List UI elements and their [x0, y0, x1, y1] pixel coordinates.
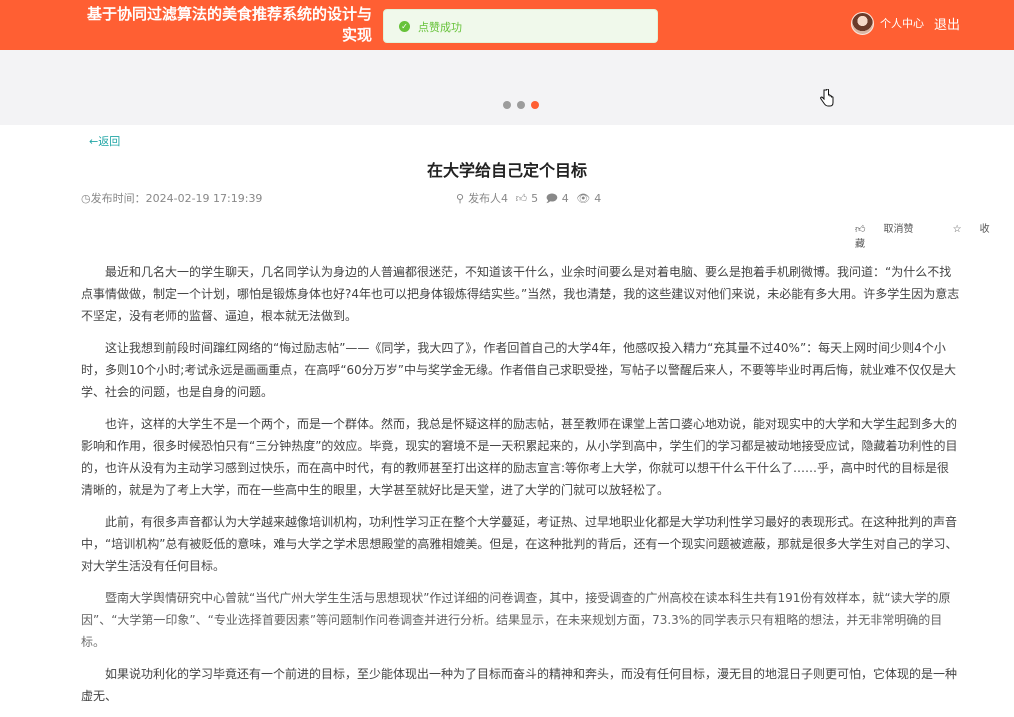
user-icon: ⚲ — [456, 192, 465, 205]
star-icon: ☆ — [952, 224, 962, 235]
clock-icon: ◷ — [81, 192, 91, 205]
carousel-dot-1[interactable] — [503, 101, 511, 109]
hand-cursor-icon — [820, 89, 834, 107]
eye-icon: 👁︎ — [576, 192, 591, 205]
check-circle-icon: ✓ — [399, 21, 410, 32]
comment-icon: 🗩 — [545, 192, 558, 205]
article-stats: ⚲ 发布人4 👍︎ 5 🗩 4 👁︎ 4 — [456, 190, 605, 209]
thumb-up-icon: 👍︎ — [515, 192, 528, 205]
back-link[interactable]: ←返回 — [89, 133, 120, 149]
carousel-dot-3[interactable] — [531, 101, 539, 109]
paragraph: 此前，有很多声音都认为大学越来越像培训机构，功利性学习正在整个大学蔓延，考证热、… — [81, 515, 958, 573]
paragraph: 如果说功利化的学习毕竟还有一个前进的目标，至少能体现出一种为了目标而奋斗的精神和… — [81, 667, 958, 703]
like-count: 5 — [531, 192, 539, 205]
logout-link[interactable]: 退出 — [934, 14, 960, 33]
toast-message: 点赞成功 — [418, 21, 462, 34]
unlike-button[interactable]: 👍︎ 取消赞 — [855, 224, 931, 235]
user-center-link[interactable]: 个人中心 — [880, 15, 924, 31]
success-toast: ✓ 点赞成功 — [383, 9, 658, 43]
thumb-up-icon: 👍︎ — [855, 224, 866, 235]
view-count: 4 — [594, 192, 602, 205]
paragraph: 最近和几名大一的学生聊天，几名同学认为身边的人普遍都很迷茫，不知道该干什么，业余… — [81, 265, 960, 323]
article-title: 在大学给自己定个目标 — [426, 161, 587, 180]
article-actions: 👍︎ 取消赞 ☆ 收藏 — [855, 220, 1014, 250]
paragraph: 暨南大学舆情研究中心曾就“当代广州大学生生活与思想现状”作过详细的问卷调查，其中… — [81, 591, 951, 649]
publish-time: ◷发布时间：2024-02-19 17:19:39 — [81, 192, 263, 205]
site-title: 基于协同过滤算法的美食推荐系统的设计与实现 — [86, 5, 372, 44]
banner-carousel — [0, 50, 1014, 125]
avatar[interactable] — [851, 12, 874, 35]
paragraph: 也许，这样的大学生不是一个两个，而是一个群体。然而，我总是怀疑这样的励志帖，甚至… — [81, 417, 958, 497]
publisher: 发布人4 — [468, 192, 509, 205]
comment-count: 4 — [561, 192, 569, 205]
carousel-dot-2[interactable] — [517, 101, 525, 109]
paragraph: 这让我想到前段时间蹿红网络的“悔过励志帖”——《同学，我大四了》，作者回首自己的… — [81, 341, 957, 399]
